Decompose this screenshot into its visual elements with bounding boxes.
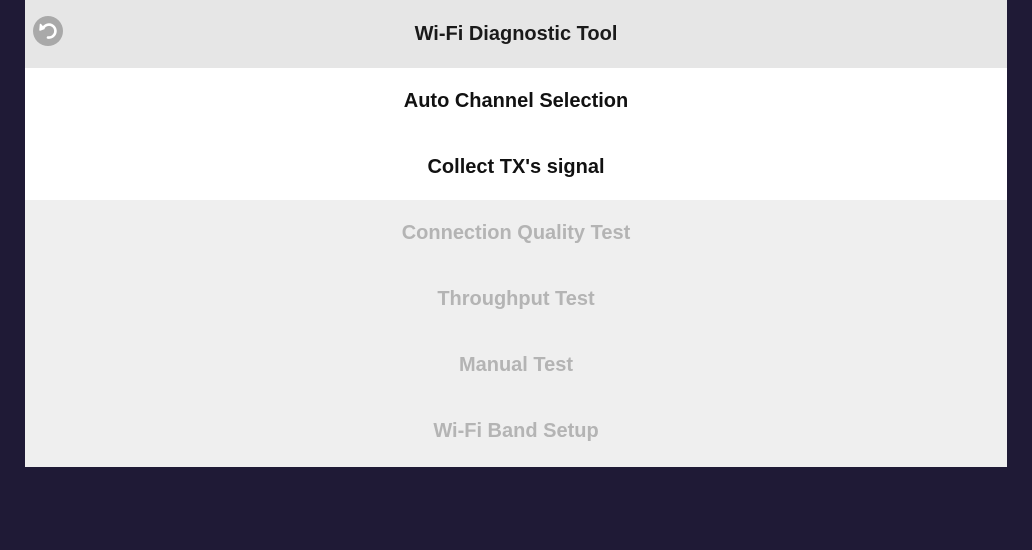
menu-item-wifi-band-setup: Wi-Fi Band Setup: [25, 398, 1007, 464]
menu-item-manual-test: Manual Test: [25, 332, 1007, 398]
back-button[interactable]: [33, 16, 63, 46]
header-bar: Wi-Fi Diagnostic Tool: [25, 0, 1007, 68]
page-title: Wi-Fi Diagnostic Tool: [414, 23, 618, 45]
menu-item-connection-quality-test: Connection Quality Test: [25, 200, 1007, 266]
menu-item-collect-tx-signal[interactable]: Collect TX's signal: [25, 134, 1007, 200]
menu-item-auto-channel-selection[interactable]: Auto Channel Selection: [25, 68, 1007, 134]
menu-item-throughput-test: Throughput Test: [25, 266, 1007, 332]
back-arrow-icon: [39, 23, 57, 39]
wifi-diagnostic-panel: Wi-Fi Diagnostic Tool Auto Channel Selec…: [25, 0, 1007, 467]
